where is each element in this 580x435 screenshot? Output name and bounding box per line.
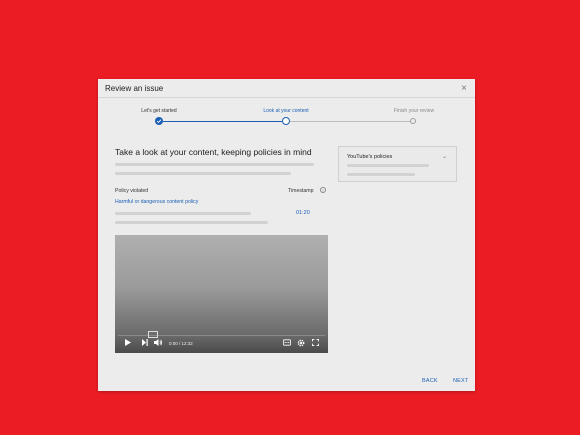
- step-upcoming-dot-icon: [410, 118, 416, 124]
- step-label-look-at-content: Look at your content: [263, 108, 309, 114]
- step-label-finish-review: Finish your review: [393, 108, 435, 114]
- captions-icon[interactable]: [283, 339, 291, 348]
- policy-link[interactable]: Harmful or dangerous content policy: [115, 199, 198, 205]
- chevron-down-icon[interactable]: ⌄: [442, 153, 447, 160]
- step-completed-check-icon: [155, 117, 163, 125]
- back-button[interactable]: BACK: [422, 378, 438, 384]
- video-time: 0:00 / 12:32: [169, 341, 193, 346]
- dialog-title: Review an issue: [105, 84, 164, 93]
- placeholder-line: [115, 163, 314, 166]
- stepper-line-completed: [163, 121, 282, 122]
- step-label-get-started: Let's get started: [141, 108, 177, 114]
- placeholder-line: [347, 173, 415, 176]
- timestamp-link[interactable]: 01:20: [296, 210, 310, 216]
- step-current-dot-icon: [282, 117, 290, 125]
- placeholder-line: [347, 164, 429, 167]
- fullscreen-icon[interactable]: [311, 338, 320, 348]
- settings-gear-icon[interactable]: [297, 339, 305, 349]
- divider: [98, 97, 475, 98]
- review-dialog: Review an issue × Let's get started Look…: [98, 79, 475, 391]
- timestamp-label: Timestamp: [288, 188, 314, 194]
- video-player[interactable]: 0:00 / 12:32: [115, 235, 328, 353]
- policy-violated-label: Policy violated: [115, 188, 149, 194]
- policies-panel-title: YouTube's policies: [347, 154, 393, 160]
- placeholder-line: [115, 221, 268, 224]
- policies-panel[interactable]: YouTube's policies ⌄: [338, 146, 457, 182]
- next-button[interactable]: NEXT: [453, 378, 468, 384]
- section-heading: Take a look at your content, keeping pol…: [115, 147, 312, 157]
- next-icon[interactable]: [142, 339, 148, 348]
- volume-icon[interactable]: [154, 339, 163, 348]
- placeholder-line: [115, 212, 251, 215]
- close-icon[interactable]: ×: [461, 83, 467, 94]
- info-icon[interactable]: i: [320, 187, 326, 193]
- play-icon[interactable]: [125, 339, 131, 348]
- scrubber-thumb[interactable]: [148, 331, 158, 338]
- placeholder-line: [115, 172, 291, 175]
- stepper-line-upcoming: [290, 121, 410, 122]
